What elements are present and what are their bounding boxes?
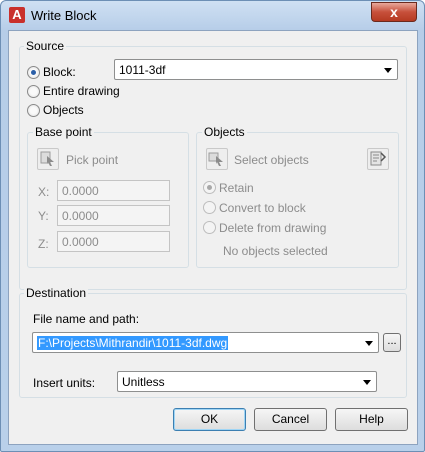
insert-units-value: Unitless [122,375,165,389]
entire-drawing-radio[interactable] [27,85,40,98]
source-group-title: Source [24,39,67,53]
file-path-text: F:\Projects\Mithrandir\1011-3df.dwg [37,336,229,350]
file-path-value: F:\Projects\Mithrandir\1011-3df.dwg [37,336,229,350]
block-radio-label[interactable]: Block: [43,65,76,79]
objects-radio-label[interactable]: Objects [43,103,84,117]
pick-point-label: Pick point [66,153,119,167]
block-name-value: 1011-3df [119,63,166,77]
x-coordinate-field[interactable]: 0.0000 [57,180,170,201]
quick-select-icon [370,151,387,166]
insert-units-label: Insert units: [33,376,96,390]
z-label: Z: [38,237,49,251]
write-block-dialog: A Write Block x Source Block: 1011-3df E… [0,0,425,452]
cancel-button[interactable]: Cancel [254,408,327,431]
window-title: Write Block [31,8,97,23]
help-button[interactable]: Help [335,408,408,431]
block-radio[interactable] [27,66,40,79]
autocad-app-icon: A [9,7,25,23]
quick-select-button[interactable] [367,148,389,170]
chevron-down-icon [363,380,371,385]
close-button[interactable]: x [371,2,417,22]
retain-radio[interactable] [203,181,216,194]
chevron-down-icon [384,68,392,73]
insert-units-combo[interactable]: Unitless [117,371,377,392]
convert-to-block-radio[interactable] [203,201,216,214]
y-coordinate-field[interactable]: 0.0000 [57,205,170,226]
y-label: Y: [38,209,49,223]
base-point-group-title: Base point [33,125,94,139]
retain-label: Retain [219,181,254,195]
pick-point-icon [40,151,54,166]
ok-button[interactable]: OK [173,408,246,431]
dialog-body: Source Block: 1011-3df Entire drawing Ob… [8,30,418,445]
delete-from-drawing-label: Delete from drawing [219,221,327,235]
select-objects-label: Select objects [234,153,309,167]
x-label: X: [38,185,50,199]
chevron-down-icon [365,341,373,346]
destination-group-title: Destination [24,286,89,300]
block-name-combo[interactable]: 1011-3df [114,59,398,80]
convert-to-block-label: Convert to block [219,201,306,215]
objects-radio[interactable] [27,104,40,117]
z-coordinate-field[interactable]: 0.0000 [57,231,170,252]
objects-group-title: Objects [202,125,247,139]
select-objects-icon [208,152,223,166]
select-objects-button[interactable] [206,148,228,170]
delete-from-drawing-radio[interactable] [203,221,216,234]
file-name-label: File name and path: [33,312,140,326]
close-icon: x [390,4,398,20]
objects-status-text: No objects selected [223,244,328,258]
title-bar[interactable]: A Write Block x [1,1,424,31]
pick-point-button[interactable] [37,148,59,170]
entire-drawing-label[interactable]: Entire drawing [43,84,120,98]
browse-button[interactable]: ... [383,333,401,352]
file-path-combo[interactable]: F:\Projects\Mithrandir\1011-3df.dwg [32,332,379,353]
